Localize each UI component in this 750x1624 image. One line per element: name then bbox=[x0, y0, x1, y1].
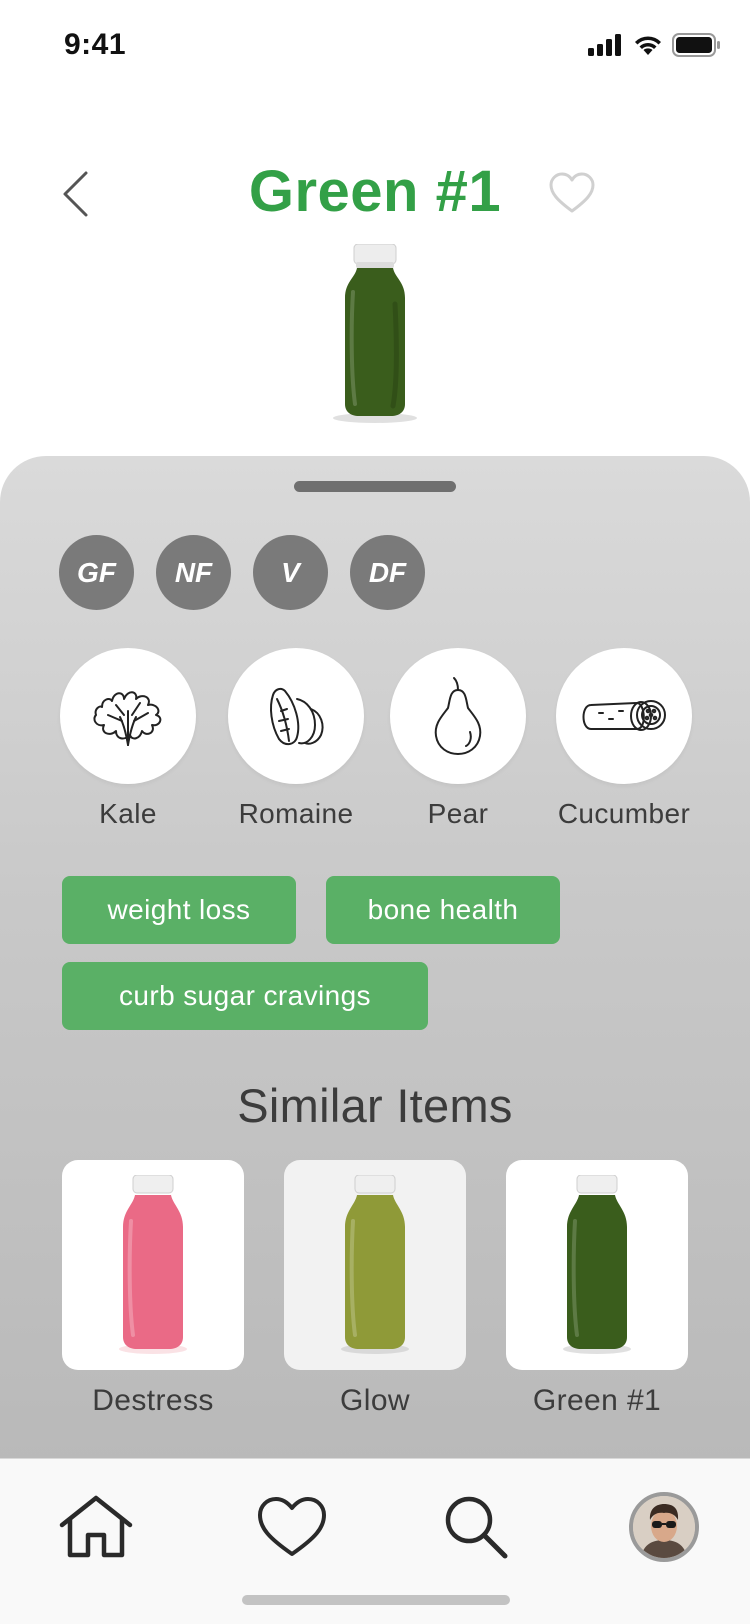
ingredient-circle[interactable] bbox=[60, 648, 196, 784]
kale-icon bbox=[93, 691, 162, 746]
favorite-button[interactable] bbox=[548, 171, 596, 215]
tab-profile[interactable] bbox=[624, 1487, 704, 1567]
similar-item-label: Destress bbox=[92, 1384, 214, 1417]
ingredient-label: Kale bbox=[99, 798, 157, 829]
badge-vegan[interactable]: V bbox=[253, 535, 328, 610]
pear-icon bbox=[434, 677, 482, 755]
similar-item-label: Green #1 bbox=[532, 1384, 662, 1417]
similar-item-label: Glow bbox=[340, 1384, 410, 1417]
ingredient-label: Pear bbox=[427, 798, 489, 829]
wifi-icon bbox=[635, 36, 661, 55]
product-image bbox=[325, 243, 425, 429]
sheet-handle[interactable] bbox=[294, 481, 456, 492]
tab-search[interactable] bbox=[436, 1487, 516, 1567]
home-icon bbox=[59, 1495, 133, 1558]
similar-item-image[interactable] bbox=[284, 1160, 466, 1370]
tab-bar bbox=[0, 1458, 750, 1624]
ingredient-kale[interactable]: Kale bbox=[43, 648, 213, 830]
similar-item-destress[interactable]: Destress bbox=[62, 1160, 244, 1418]
ingredient-circle[interactable] bbox=[228, 648, 364, 784]
similar-item-green-1[interactable]: Green #1 bbox=[506, 1160, 688, 1418]
similar-item-image[interactable] bbox=[62, 1160, 244, 1370]
ingredient-label: Romaine bbox=[238, 798, 354, 829]
similar-items-list: Destress Glow Green #1 bbox=[62, 1160, 688, 1420]
ingredient-label: Cucumber bbox=[557, 798, 691, 829]
profile-photo bbox=[633, 1496, 695, 1558]
badge-gluten-free[interactable]: GF bbox=[59, 535, 134, 610]
status-icons bbox=[588, 33, 720, 57]
badge-nut-free[interactable]: NF bbox=[156, 535, 231, 610]
diet-badges: GF NF V DF bbox=[59, 535, 425, 610]
tab-favorites[interactable] bbox=[252, 1487, 332, 1567]
similar-item-image[interactable] bbox=[506, 1160, 688, 1370]
tag-curb-sugar-cravings[interactable]: curb sugar cravings bbox=[62, 962, 428, 1030]
page-title: Green #1 bbox=[248, 159, 502, 224]
heart-icon bbox=[258, 1497, 326, 1556]
ingredient-circle[interactable] bbox=[390, 648, 526, 784]
tab-home[interactable] bbox=[56, 1487, 136, 1567]
tag-weight-loss[interactable]: weight loss bbox=[62, 876, 296, 944]
ingredient-pear[interactable]: Pear bbox=[373, 648, 543, 830]
signal-icon bbox=[588, 34, 621, 56]
avatar[interactable] bbox=[629, 1492, 699, 1562]
ingredient-circle[interactable] bbox=[556, 648, 692, 784]
heart-outline-icon bbox=[549, 172, 595, 213]
battery-icon bbox=[672, 33, 720, 57]
similar-items-title: Similar Items bbox=[237, 1079, 513, 1132]
search-icon bbox=[445, 1496, 508, 1559]
ingredient-cucumber[interactable]: Cucumber bbox=[539, 648, 709, 830]
similar-item-glow[interactable]: Glow bbox=[284, 1160, 466, 1418]
cucumber-icon bbox=[582, 700, 666, 731]
ingredient-romaine[interactable]: Romaine bbox=[211, 648, 381, 830]
romaine-icon bbox=[270, 687, 324, 745]
home-indicator bbox=[242, 1595, 510, 1605]
details-sheet: GF NF V DF Kale Romaine Pear Cucumber we… bbox=[0, 456, 750, 1464]
badge-dairy-free[interactable]: DF bbox=[350, 535, 425, 610]
ingredients-list: Kale Romaine Pear Cucumber bbox=[0, 648, 750, 848]
status-time: 9:41 bbox=[64, 28, 127, 61]
status-bar: 9:41 bbox=[0, 0, 750, 92]
tag-bone-health[interactable]: bone health bbox=[326, 876, 560, 944]
